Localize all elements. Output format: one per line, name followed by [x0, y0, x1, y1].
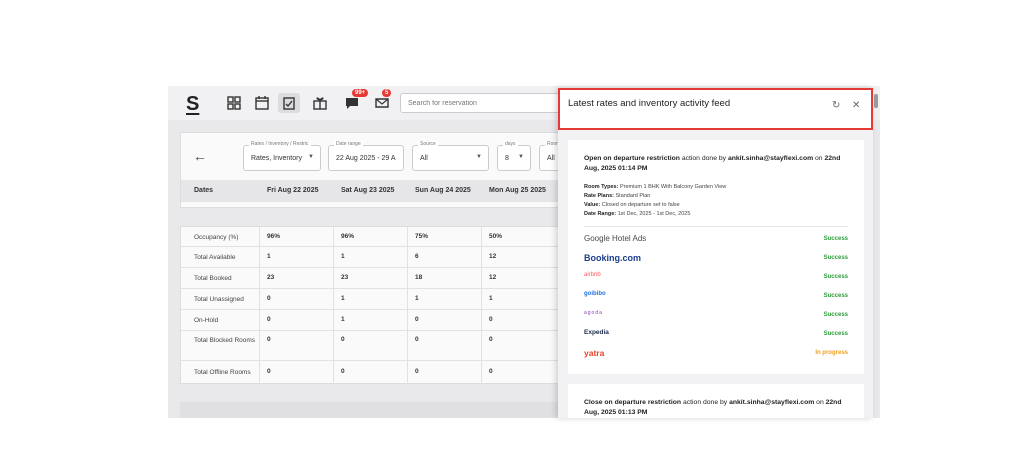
dates-header-label: Dates [194, 187, 214, 194]
dates-header-row: Dates Fri Aug 22 2025 Sat Aug 23 2025 Su… [181, 180, 581, 202]
activity-card: Open on departure restriction action don… [568, 140, 864, 374]
gift-icon[interactable] [312, 95, 328, 111]
date-range-field[interactable]: Date range 22 Aug 2025 - 29 A [328, 141, 404, 171]
messages-badge: 5 [382, 89, 392, 97]
date-header: Sun Aug 24 2025 [415, 187, 471, 194]
logo[interactable]: S [186, 93, 199, 116]
channel-row-google: Google Hotel Ads Success [584, 234, 848, 246]
activity-feed-title: Latest rates and inventory activity feed [568, 98, 731, 109]
scrollbar[interactable] [874, 94, 878, 108]
channel-row-booking: Booking.com Success [584, 253, 848, 265]
google-hotel-ads-logo: Google Hotel Ads [584, 234, 647, 243]
table-row: Occupancy (%) 96% 96% 75% 50% [181, 227, 581, 247]
table-row: On-Hold 0 1 0 0 [181, 310, 581, 331]
chevron-down-icon: ▼ [308, 154, 314, 160]
status-badge: Success [823, 255, 848, 261]
table-row: Total Booked 23 23 18 12 [181, 268, 581, 289]
table-row: Total Blocked Rooms 0 0 0 0 [181, 331, 581, 361]
bottom-section [180, 402, 580, 418]
date-range-detail: Date Range: 1st Dec, 2025 - 1st Dec, 202… [584, 211, 691, 217]
notification-badge: 99+ [352, 89, 369, 97]
refresh-icon[interactable]: ↻ [832, 100, 840, 111]
channel-row-airbnb: airbnb Success [584, 272, 848, 284]
yatra-logo: yatra [584, 348, 605, 358]
channel-row-agoda: agoda Success [584, 310, 848, 322]
notification-icon[interactable]: 99+ [344, 89, 369, 111]
status-badge: Success [823, 331, 848, 337]
status-badge: Success [823, 312, 848, 318]
activity-feed-header: Latest rates and inventory activity feed… [558, 88, 873, 130]
channel-row-yatra: yatra In progress [584, 348, 848, 360]
table-row: Total Offline Rooms 0 0 0 0 [194, 368, 493, 376]
table-row: Total Unassigned 0 1 1 1 [181, 289, 581, 310]
status-badge: Success [823, 293, 848, 299]
date-header: Mon Aug 25 2025 [489, 187, 546, 194]
back-arrow-icon[interactable]: ← [193, 148, 207, 164]
airbnb-logo: airbnb [584, 272, 601, 278]
channel-row-goibibo: goibibo Success [584, 291, 848, 303]
dashboard-icon[interactable] [226, 95, 242, 111]
agoda-logo: agoda [584, 310, 603, 316]
goibibo-logo: goibibo [584, 291, 606, 297]
inventory-grid: Occupancy (%) 96% 96% 75% 50% Total Avai… [180, 226, 581, 385]
messages-icon[interactable]: 5 [374, 89, 392, 111]
room-types-detail: Room Types: Premium 1 BHK With Balcony G… [584, 184, 727, 190]
status-badge: Success [823, 274, 848, 280]
chevron-down-icon: ▼ [476, 154, 482, 160]
channel-row-expedia: Expedia Success [584, 329, 848, 341]
activity-title: Close on departure restriction action do… [584, 399, 842, 416]
status-badge: Success [823, 236, 848, 242]
rates-inventory-icon[interactable] [278, 93, 300, 113]
table-row: Total Available 1 1 6 12 [181, 247, 581, 268]
days-select[interactable]: days 8 ▼ [497, 141, 531, 171]
activity-title: Open on departure restriction action don… [584, 155, 841, 172]
activity-feed-panel: Latest rates and inventory activity feed… [558, 88, 873, 418]
date-header: Sat Aug 23 2025 [341, 187, 395, 194]
value-detail: Value: Closed on departure set to false [584, 202, 680, 208]
search-input[interactable] [400, 93, 560, 113]
rates-inventory-select[interactable]: Rates / Inventory / Restric Rates, Inven… [243, 141, 321, 171]
source-select[interactable]: Source All ▼ [412, 141, 489, 171]
status-badge: In progress [815, 350, 848, 356]
rate-plans-detail: Rate Plans: Standard Plan [584, 193, 651, 199]
activity-card: Close on departure restriction action do… [568, 384, 864, 418]
close-icon[interactable]: ✕ [852, 100, 860, 111]
calendar-icon[interactable] [254, 95, 270, 111]
date-header: Fri Aug 22 2025 [267, 187, 319, 194]
chevron-down-icon: ▼ [518, 154, 524, 160]
booking-com-logo: Booking.com [584, 253, 642, 263]
filter-panel: ← Rates / Inventory / Restric Rates, Inv… [180, 132, 589, 208]
expedia-logo: Expedia [584, 329, 609, 336]
